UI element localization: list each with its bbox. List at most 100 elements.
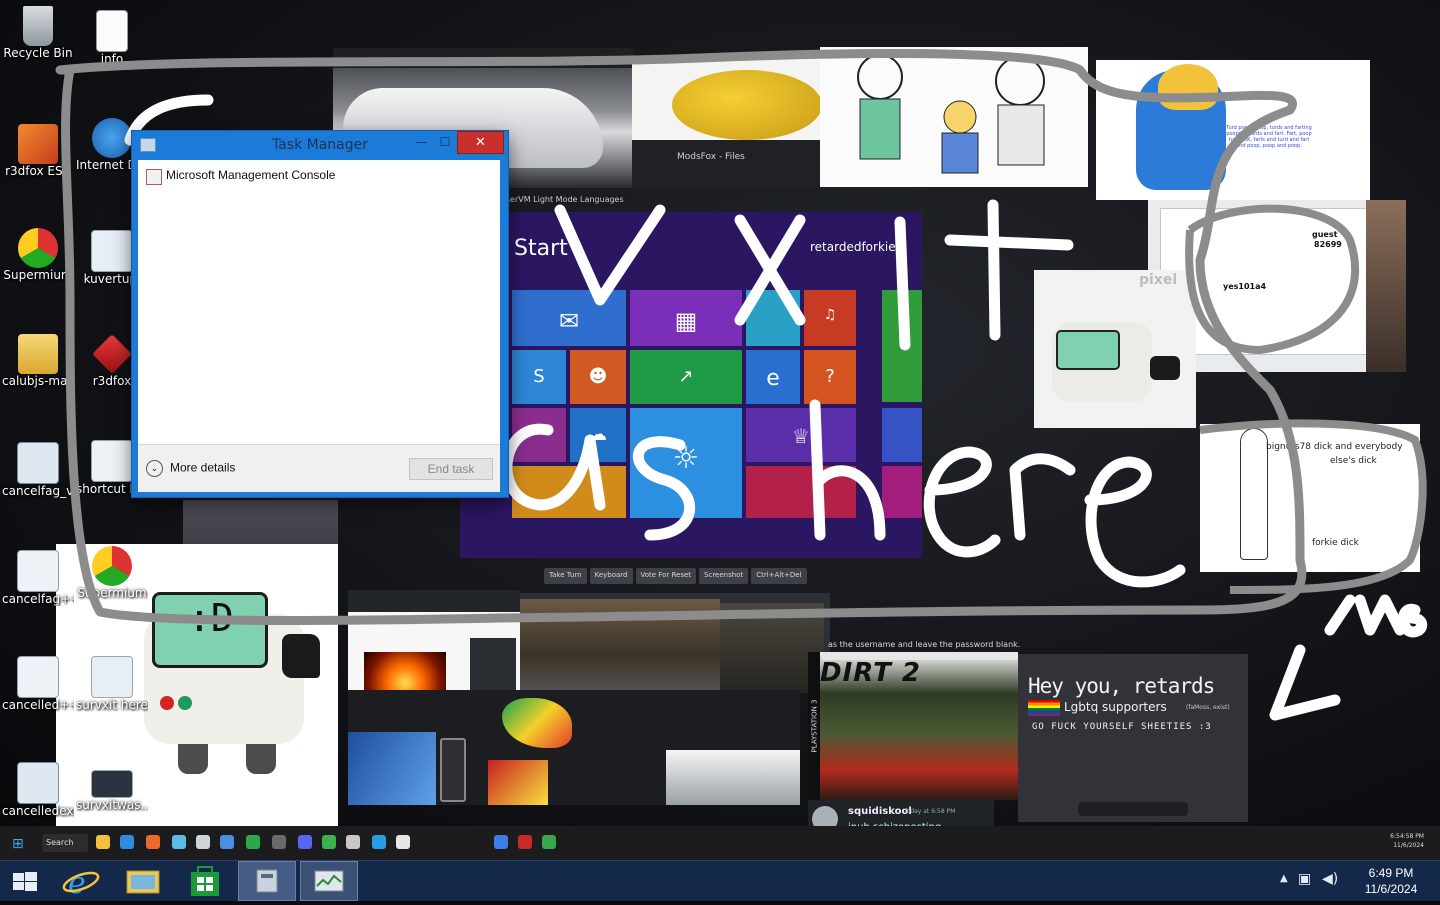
ctrl-alt-del-button[interactable]: Ctrl+Alt+Del <box>751 568 807 584</box>
desktop-icon-info[interactable]: info <box>76 10 148 66</box>
discord-icon[interactable] <box>298 835 312 849</box>
app-icon[interactable] <box>346 835 360 849</box>
title-bar[interactable]: Task Manager — ☐ ✕ <box>132 131 508 159</box>
drawing-line-2: else's dick <box>1330 456 1377 466</box>
r3dfox-icon <box>92 334 132 374</box>
food-tile <box>882 408 922 462</box>
mail-tile: ✉ <box>512 290 626 346</box>
app-icon[interactable] <box>220 835 234 849</box>
comic-drawing <box>857 54 1045 174</box>
clock-time: 6:49 PM <box>1368 866 1414 880</box>
supermium-icon <box>18 228 58 268</box>
drawing-panel: bignuts78 dick and everybody else's dick… <box>1200 424 1420 572</box>
monster-truck-screenshot <box>520 593 830 693</box>
shortcut-gear-icon <box>91 440 133 482</box>
mmc-taskbar-button[interactable] <box>238 861 296 901</box>
ie-download-icon <box>92 118 132 158</box>
app-icon[interactable] <box>396 835 410 849</box>
folder-icon <box>18 334 58 374</box>
misc-screenshots <box>348 690 800 805</box>
store-tile <box>882 290 922 402</box>
svg-text:e: e <box>68 866 86 901</box>
desktop-icon-survxitwas[interactable]: survxitwas... <box>76 770 148 812</box>
photos-tile <box>746 290 800 346</box>
image-file-icon <box>91 230 133 272</box>
people-tile: ☻ <box>570 350 626 404</box>
mmc-icon <box>146 169 162 185</box>
supermium-icon <box>92 546 132 586</box>
vm-search[interactable]: Search <box>42 834 88 852</box>
desktop-tile <box>512 466 626 518</box>
vm-clock-time: 6:54:58 PM <box>1390 833 1424 840</box>
internet-explorer-button[interactable]: e <box>58 861 104 901</box>
take-turn-button[interactable]: Take Turn <box>544 568 587 584</box>
app-icon[interactable] <box>322 835 336 849</box>
desktop-icon-supermium[interactable]: Supermium <box>2 228 74 282</box>
app-window-icon <box>17 442 59 484</box>
drawing-line-1: bignuts78 dick and everybody <box>1266 442 1403 452</box>
chevron-down-icon: ⌄ <box>146 460 163 477</box>
app-icon[interactable] <box>542 835 556 849</box>
task-manager-taskbar-button[interactable] <box>300 861 358 901</box>
reading-tile <box>512 408 566 462</box>
minimize-button[interactable]: — <box>410 135 432 153</box>
folder-icon[interactable] <box>96 835 110 849</box>
image-file-icon <box>91 656 133 698</box>
app-icon[interactable] <box>172 835 186 849</box>
desktop-icon-supermium-2[interactable]: Supermium <box>76 546 148 600</box>
end-task-button[interactable]: End task <box>409 458 493 480</box>
keyboard-button[interactable]: Keyboard <box>589 568 633 584</box>
clock-date: 11/6/2024 <box>1364 882 1418 896</box>
app-icon[interactable] <box>196 835 210 849</box>
file-explorer-button[interactable] <box>120 861 166 901</box>
maximize-button[interactable]: ☐ <box>434 135 456 153</box>
desktop-icon-r3dfox-esr[interactable]: r3dfox ESR <box>2 124 74 178</box>
cat-note: Turd poop, poop, turds and farting poopi… <box>1226 125 1312 149</box>
more-details-button[interactable]: ⌄ More details <box>146 460 235 477</box>
ps3-label: PLAYSTATION 3 <box>810 699 819 753</box>
vm-start-icon[interactable]: ⊞ <box>12 836 24 852</box>
dirt2-logo: DIRT 2 <box>820 658 921 688</box>
weather-tile: ☼ <box>630 408 742 518</box>
volume-icon[interactable]: ◀) <box>1322 871 1338 887</box>
vm-clock-date: 11/6/2024 <box>1393 842 1424 849</box>
store-button[interactable] <box>182 861 228 901</box>
app-icon[interactable] <box>494 835 508 849</box>
sport-tile: ♕ <box>746 408 856 462</box>
desktop-icon-cancelfag-v1[interactable]: cancelfag_v1 <box>2 442 74 498</box>
maps-tile <box>882 466 922 518</box>
app-icon[interactable] <box>272 835 286 849</box>
close-button[interactable]: ✕ <box>457 131 504 154</box>
start-user: retardedforkie <box>810 240 896 254</box>
help-tile: ? <box>804 350 856 404</box>
yellow-blob-screenshot: ModsFox - Files <box>632 58 822 188</box>
chat-subtitle: Lgbtq supporters <box>1064 700 1167 714</box>
recycle-bin-icon <box>23 6 53 46</box>
image-file-icon <box>91 770 133 798</box>
gear-icon <box>17 656 59 698</box>
screenshot-button[interactable]: Screenshot <box>699 568 749 584</box>
desktop-icon-survxit-here[interactable]: survxit here... <box>76 656 148 712</box>
app-icon[interactable] <box>246 835 260 849</box>
app-icon[interactable] <box>372 835 386 849</box>
pride-flag-icon <box>1028 700 1060 716</box>
vm-taskbar: ⊞ Search 6:54:58 PM 11/6/2024 <box>0 826 1440 860</box>
desktop-icon-cancelledexe[interactable]: cancelledexe <box>2 762 74 818</box>
store-icon <box>191 866 219 896</box>
desktop-icon-recycle-bin[interactable]: Recycle Bin <box>2 6 74 60</box>
vm-clock: 6:54:58 PM 11/6/2024 <box>1390 832 1424 850</box>
desktop-icon-cancelfag-plus[interactable]: cancelfag++ <box>2 550 74 606</box>
edge-icon[interactable] <box>120 835 134 849</box>
windows8-start-screen: Start retardedforkie ✉ ▦ ♫ S ☻ ↗ e ? ☁ ☼… <box>460 212 922 558</box>
vote-reset-button[interactable]: Vote For Reset <box>635 568 697 584</box>
firefox-icon[interactable] <box>146 835 160 849</box>
chevron-up-icon[interactable]: ▲ <box>1280 873 1288 884</box>
network-icon[interactable]: ▣ <box>1298 871 1311 887</box>
ie-tile: e <box>746 350 800 404</box>
clock[interactable]: 6:49 PM 11/6/2024 <box>1346 865 1436 897</box>
desktop-icon-cancelled-plus[interactable]: cancelled++ <box>2 656 74 712</box>
app-icon[interactable] <box>518 835 532 849</box>
desktop-icon-calubjs-main[interactable]: calubjs-main <box>2 334 74 388</box>
task-manager-icon <box>314 870 344 892</box>
start-button[interactable] <box>0 861 50 901</box>
